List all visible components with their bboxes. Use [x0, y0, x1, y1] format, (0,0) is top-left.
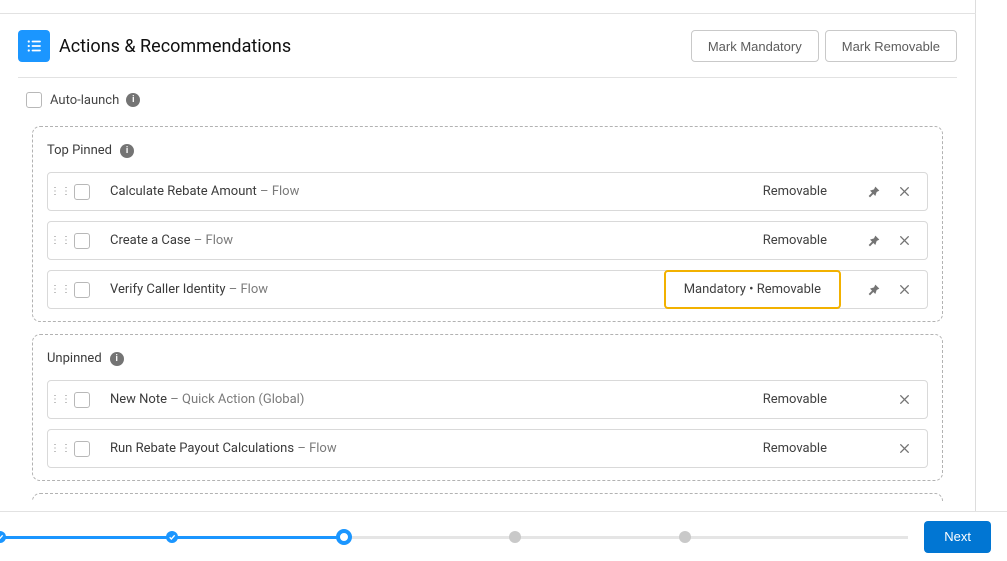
item-label: Calculate Rebate Amount – Flow — [110, 184, 299, 199]
item-tags: Removable — [751, 386, 839, 413]
item-checkbox[interactable] — [74, 441, 90, 457]
pin-icon[interactable] — [859, 226, 889, 256]
list-item[interactable]: ⋮⋮ Verify Caller Identity – Flow Mandato… — [47, 270, 928, 309]
drag-handle-icon[interactable]: ⋮⋮ — [48, 398, 74, 402]
auto-launch-checkbox[interactable] — [26, 92, 42, 108]
close-icon[interactable] — [889, 434, 919, 464]
info-icon[interactable]: i — [126, 93, 140, 107]
item-tags: Removable — [751, 178, 839, 205]
item-label: Create a Case – Flow — [110, 233, 233, 248]
item-tags: Mandatory • Removable — [664, 270, 841, 309]
list-item[interactable]: ⋮⋮ New Note – Quick Action (Global) Remo… — [47, 380, 928, 419]
list-item[interactable]: ⋮⋮ Calculate Rebate Amount – Flow Remova… — [47, 172, 928, 211]
progress-step-2[interactable] — [166, 531, 178, 543]
top-pinned-section: Top Pinned i ⋮⋮ Calculate Rebate Amount … — [32, 126, 943, 322]
close-icon[interactable] — [889, 275, 919, 305]
close-icon[interactable] — [889, 177, 919, 207]
info-icon[interactable]: i — [120, 144, 134, 158]
progress-step-5[interactable] — [679, 531, 691, 543]
auto-launch-label: Auto-launch — [50, 93, 119, 108]
drag-handle-icon[interactable]: ⋮⋮ — [48, 239, 74, 243]
progress-step-4[interactable] — [509, 531, 521, 543]
drag-handle-icon[interactable]: ⋮⋮ — [48, 190, 74, 194]
item-checkbox[interactable] — [74, 282, 90, 298]
drag-handle-icon[interactable]: ⋮⋮ — [48, 447, 74, 451]
list-item[interactable]: ⋮⋮ Run Rebate Payout Calculations – Flow… — [47, 429, 928, 468]
close-icon[interactable] — [889, 226, 919, 256]
info-icon[interactable]: i — [110, 352, 124, 366]
unpinned-title: Unpinned — [47, 351, 102, 366]
mark-mandatory-button[interactable]: Mark Mandatory — [691, 30, 819, 62]
unpinned-section: Unpinned i ⋮⋮ New Note – Quick Action (G… — [32, 334, 943, 481]
close-icon[interactable] — [889, 385, 919, 415]
next-button[interactable]: Next — [924, 521, 991, 553]
list-item[interactable]: ⋮⋮ Create a Case – Flow Removable — [47, 221, 928, 260]
page-title: Actions & Recommendations — [59, 36, 291, 57]
progress-track — [0, 527, 908, 547]
progress-step-3[interactable] — [336, 529, 352, 545]
item-label: New Note – Quick Action (Global) — [110, 392, 304, 407]
bottom-pinned-section: Bottom Pinned — [32, 493, 943, 501]
actions-icon — [18, 30, 50, 62]
item-tags: Removable — [751, 435, 839, 462]
pin-icon[interactable] — [859, 275, 889, 305]
item-label: Run Rebate Payout Calculations – Flow — [110, 441, 337, 456]
mark-removable-button[interactable]: Mark Removable — [825, 30, 957, 62]
item-checkbox[interactable] — [74, 184, 90, 200]
item-checkbox[interactable] — [74, 392, 90, 408]
pin-icon[interactable] — [859, 177, 889, 207]
item-label: Verify Caller Identity – Flow — [110, 282, 268, 297]
wizard-footer: Next — [0, 511, 1007, 561]
drag-handle-icon[interactable]: ⋮⋮ — [48, 288, 74, 292]
item-tags: Removable — [751, 227, 839, 254]
item-checkbox[interactable] — [74, 233, 90, 249]
top-pinned-title: Top Pinned — [47, 143, 112, 158]
progress-step-1[interactable] — [0, 531, 6, 543]
